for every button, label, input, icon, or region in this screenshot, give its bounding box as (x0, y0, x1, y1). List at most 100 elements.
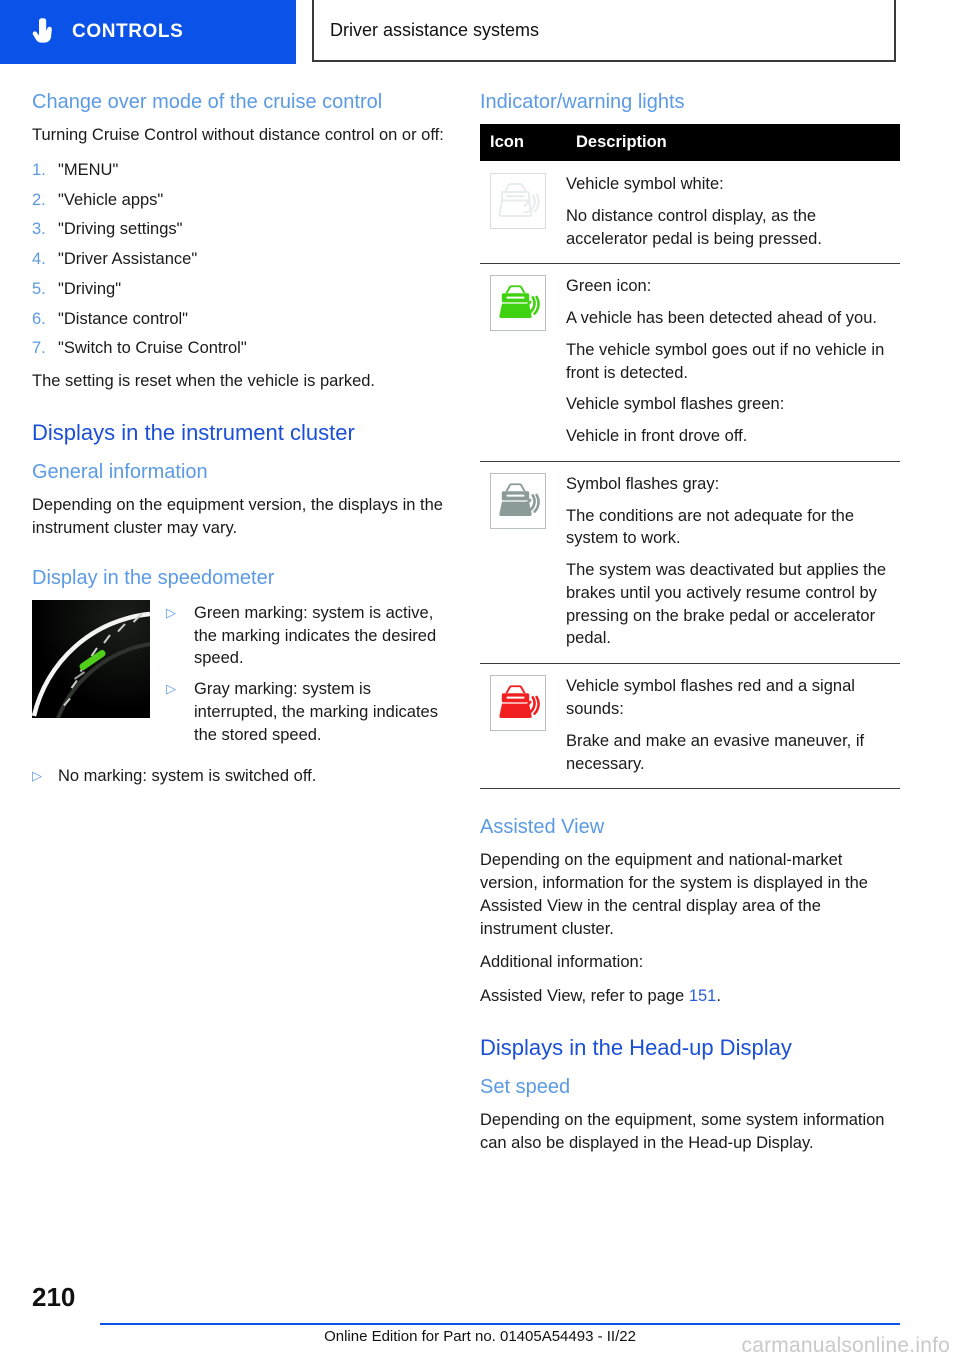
intro-paragraph: Turning Cruise Control without distance … (32, 126, 444, 144)
footer-divider (100, 1323, 900, 1325)
step-number: 7. (32, 339, 46, 358)
step-text: "Driving" (58, 279, 122, 298)
icon-frame (490, 675, 546, 732)
description-line: The system was deactivated but applies t… (566, 561, 887, 648)
step-number: 1. (32, 160, 46, 179)
list-item: ▷ Green marking: system is active, the m… (166, 602, 452, 670)
description-line: Brake and make an evasive maneuver, if n… (566, 731, 865, 773)
heading-general-information: General information (32, 461, 208, 484)
bullet-text: Green marking: system is active, the mar… (194, 603, 437, 668)
icon-frame (490, 472, 546, 529)
icon-frame (490, 275, 546, 332)
step-text: "Vehicle apps" (58, 190, 164, 209)
list-item: 6. "Distance control" (32, 308, 452, 331)
general-information-paragraph: Depending on the equipment version, the … (32, 496, 443, 538)
description-line: The conditions are not adequate for the … (566, 506, 855, 548)
column-header-description: Description (566, 124, 900, 161)
description-line: Vehicle in front drove off. (566, 427, 748, 446)
description-line: Vehicle symbol flashes red and a signal … (566, 677, 855, 719)
watermark: carmanualsonline.info (741, 1334, 950, 1357)
page-header: CONTROLS Driver assistance systems (0, 0, 960, 64)
triangle-bullet-icon: ▷ (166, 681, 176, 697)
vehicle-green-icon (499, 285, 540, 319)
list-item: 3. "Driving settings" (32, 218, 452, 241)
triangle-bullet-icon: ▷ (166, 604, 176, 620)
list-item: 2. "Vehicle apps" (32, 189, 452, 212)
header-chapter-tab: CONTROLS (0, 0, 296, 64)
heading-change-over-mode: Change over mode of the cruise control (32, 91, 383, 113)
description-line: Vehicle symbol flashes green: (566, 395, 785, 414)
table-row: Vehicle symbol flashes red and a signal … (480, 663, 900, 790)
step-number: 4. (32, 250, 46, 269)
heading-display-speedometer: Display in the speedometer (32, 566, 275, 589)
speedometer-outer-bullet-list: ▷ No marking: system is switched off. (32, 765, 452, 788)
indicator-warning-table: Icon Description Vehicle symbol white: N… (480, 124, 900, 790)
table-header-row: Icon Description (480, 124, 900, 161)
bullet-text: Gray marking: system is interrupted, the… (194, 680, 438, 744)
heading-indicator-warning-lights: Indicator/warning lights (480, 91, 685, 113)
reset-note-paragraph: The setting is reset when the vehicle is… (32, 372, 376, 391)
speedometer-figure-row: ▷ Green marking: system is active, the m… (32, 599, 452, 755)
table-header: Icon Description (480, 124, 900, 161)
page-number: 210 (32, 1282, 76, 1312)
description-line: Vehicle symbol white: (566, 175, 724, 193)
speedometer-bullets: ▷ Green marking: system is active, the m… (166, 600, 452, 755)
vehicle-gray-icon (499, 483, 540, 516)
speedometer-bullet-list: ▷ Green marking: system is active, the m… (166, 602, 452, 747)
step-text: "Driving settings" (58, 220, 183, 239)
heading-assisted-view: Assisted View (480, 816, 605, 839)
table-cell-icon (480, 161, 566, 265)
bullet-text: No marking: system is switched off. (58, 766, 317, 785)
step-text: "Distance control" (58, 309, 189, 328)
table-row: Green icon: A vehicle has been detected … (480, 263, 900, 462)
step-number: 3. (32, 220, 46, 239)
list-item: ▷ Gray marking: system is interrupted, t… (166, 678, 452, 746)
cross-reference-suffix: . (716, 987, 721, 1006)
heading-set-speed: Set speed (480, 1076, 571, 1099)
speedometer-figure (32, 599, 150, 718)
table-row: Vehicle symbol white: No distance contro… (480, 161, 900, 265)
page-reference-link[interactable]: 151 (689, 987, 717, 1005)
vehicle-red-icon (499, 685, 540, 719)
list-item: 7. "Switch to Cruise Control" (32, 337, 452, 360)
pointing-hand-icon (32, 18, 52, 43)
vehicle-white-icon (498, 183, 540, 217)
heading-displays-instrument-cluster: Displays in the instrument cluster (32, 419, 355, 445)
page-columns: Change over mode of the cruise control T… (0, 90, 960, 1265)
table-cell-description: Vehicle symbol white: No distance contro… (566, 161, 900, 265)
additional-information-label: Additional information: (480, 953, 644, 972)
list-item: 5. "Driving" (32, 278, 452, 301)
table-cell-description: Symbol flashes gray: The conditions are … (566, 461, 900, 665)
description-line: Green icon: (566, 277, 652, 296)
triangle-bullet-icon: ▷ (32, 767, 42, 783)
cross-reference-prefix: Assisted View, refer to page (480, 987, 689, 1006)
header-section-box: Driver assistance systems (312, 0, 896, 62)
icon-frame (490, 173, 546, 229)
set-speed-paragraph: Depending on the equipment, some system … (480, 1111, 885, 1153)
left-column: Change over mode of the cruise control T… (32, 90, 452, 795)
assisted-view-cross-reference: Assisted View, refer to page 151. (480, 985, 900, 1008)
right-column: Indicator/warning lights Icon Descriptio… (480, 90, 900, 1166)
heading-head-up-display: Displays in the Head-up Display (480, 1034, 792, 1060)
table-row: Symbol flashes gray: The conditions are … (480, 461, 900, 665)
cruise-control-steps: 1. "MENU" 2. "Vehicle apps" 3. "Driving … (32, 159, 452, 360)
table-cell-icon (480, 263, 566, 462)
description-line: The vehicle symbol goes out if no vehicl… (566, 340, 885, 382)
table-cell-description: Vehicle symbol flashes red and a signal … (566, 663, 900, 790)
page-footer: 210 Online Edition for Part no. 01405A54… (0, 1266, 960, 1362)
manual-page: CONTROLS Driver assistance systems Chang… (0, 0, 960, 1362)
header-section-title: Driver assistance systems (330, 19, 540, 40)
assisted-view-paragraph: Depending on the equipment and national-… (480, 851, 868, 938)
column-header-icon: Icon (480, 124, 566, 161)
description-line: A vehicle has been detected ahead of you… (566, 309, 877, 328)
step-number: 2. (32, 190, 46, 209)
header-chapter-label: CONTROLS (72, 21, 184, 42)
step-text: "Switch to Cruise Control" (58, 339, 247, 358)
list-item: 4. "Driver Assistance" (32, 248, 452, 271)
description-line: No distance control display, as the acce… (566, 206, 822, 248)
step-text: "Driver Assistance" (58, 250, 198, 269)
table-cell-description: Green icon: A vehicle has been detected … (566, 263, 900, 462)
step-text: "MENU" (58, 160, 119, 179)
step-number: 6. (32, 309, 46, 328)
table-cell-icon (480, 663, 566, 790)
